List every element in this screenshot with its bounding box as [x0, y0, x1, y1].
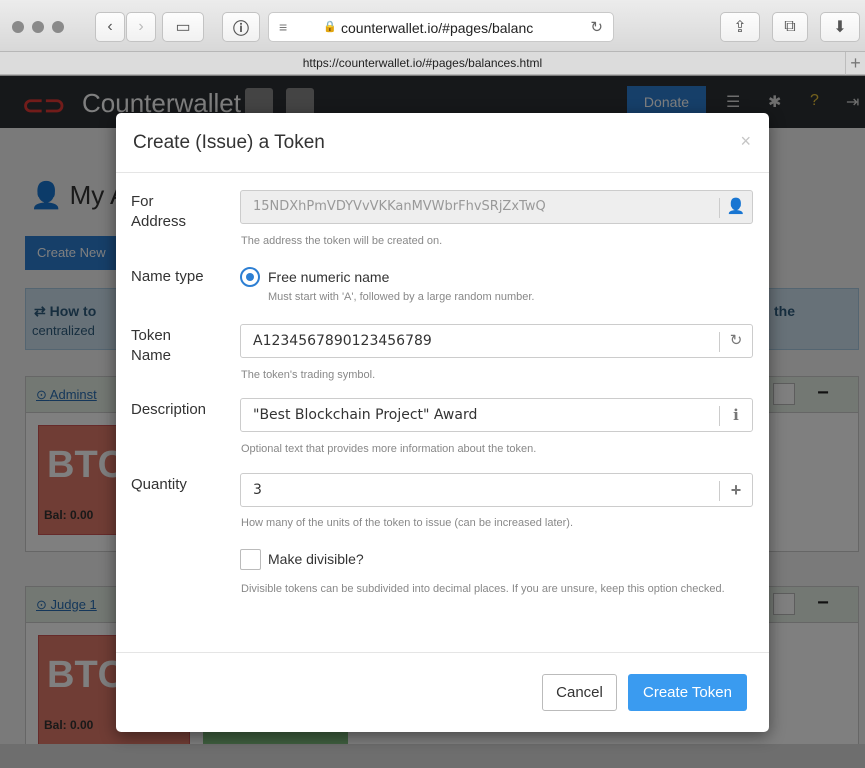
divisible-checkbox[interactable]	[240, 549, 261, 570]
divisible-help: Divisible tokens can be subdivided into …	[241, 583, 725, 595]
free-numeric-label[interactable]: Free numeric name	[268, 269, 389, 285]
reader-icon[interactable]: ≡	[279, 19, 287, 35]
description-value: "Best Blockchain Project" Award	[253, 407, 478, 423]
address-field: 15NDXhPmVDYVvVKKanMVWbrFhvSRjZxTwQ 👤	[240, 190, 753, 224]
create-token-button[interactable]: Create Token	[628, 674, 747, 711]
quantity-value: 3	[253, 482, 262, 498]
token-name-value: A1234567890123456789	[253, 333, 432, 349]
divisible-label[interactable]: Make divisible?	[268, 551, 364, 567]
description-label: Description	[131, 401, 207, 418]
modal-title: Create (Issue) a Token	[133, 132, 325, 153]
quantity-help: How many of the units of the token to is…	[241, 517, 574, 529]
zoom-window-icon[interactable]	[52, 21, 64, 33]
plus-icon: +	[730, 480, 742, 500]
privacy-button[interactable]: ⓘ	[222, 12, 260, 42]
user-icon: 👤	[726, 198, 746, 215]
create-token-modal: Create (Issue) a Token × For Address 15N…	[116, 113, 769, 732]
share-button[interactable]: ⇪	[720, 12, 760, 42]
token-name-input[interactable]: A1234567890123456789 ↻	[240, 324, 753, 358]
new-tab-button[interactable]: +	[845, 52, 865, 75]
download-icon: ⬇	[833, 19, 847, 36]
quantity-input[interactable]: 3 +	[240, 473, 753, 507]
back-button[interactable]: ‹	[95, 12, 125, 42]
address-bar[interactable]: ≡ 🔒 counterwallet.io/#pages/balanc ↻	[268, 12, 614, 42]
info-icon: ⓘ	[232, 21, 249, 38]
forward-button[interactable]: ›	[126, 12, 156, 42]
tab-title[interactable]: https://counterwallet.io/#pages/balances…	[0, 56, 845, 70]
share-icon: ⇪	[733, 19, 747, 36]
modal-header: Create (Issue) a Token ×	[116, 113, 769, 173]
free-numeric-radio[interactable]	[240, 267, 260, 287]
token-name-label: Token Name	[131, 327, 172, 364]
minimize-window-icon[interactable]	[32, 21, 44, 33]
modal-footer-divider	[116, 652, 769, 653]
sidebar-icon: ▭	[175, 19, 191, 36]
quantity-label: Quantity	[131, 476, 187, 493]
refresh-icon[interactable]: ↻	[720, 325, 752, 357]
url-text: counterwallet.io/#pages/balanc	[341, 20, 534, 36]
browser-toolbar: ‹ › ▭ ⓘ ≡ 🔒 counterwallet.io/#pages/bala…	[0, 0, 865, 52]
close-window-icon[interactable]	[12, 21, 24, 33]
token-name-help: The token's trading symbol.	[241, 369, 376, 381]
description-help: Optional text that provides more informa…	[241, 443, 537, 455]
name-type-help: Must start with 'A', followed by a large…	[268, 291, 535, 303]
lock-icon: 🔒	[323, 21, 337, 33]
sidebar-button[interactable]: ▭	[162, 12, 204, 42]
reload-icon[interactable]: ↻	[590, 18, 603, 36]
tab-bar: https://counterwallet.io/#pages/balances…	[0, 52, 865, 75]
address-help: The address the token will be created on…	[241, 235, 443, 247]
tabs-button[interactable]: ⧉	[772, 12, 808, 42]
name-type-label: Name type	[131, 268, 204, 285]
downloads-button[interactable]: ⬇	[820, 12, 860, 42]
tabs-icon: ⧉	[784, 18, 796, 35]
address-label: For Address	[131, 193, 187, 230]
info-icon: i	[733, 406, 739, 424]
description-input[interactable]: "Best Blockchain Project" Award i	[240, 398, 753, 432]
close-icon[interactable]: ×	[740, 131, 751, 152]
address-value: 15NDXhPmVDYVvVKKanMVWbrFhvSRjZxTwQ	[253, 199, 546, 214]
cancel-button[interactable]: Cancel	[542, 674, 617, 711]
